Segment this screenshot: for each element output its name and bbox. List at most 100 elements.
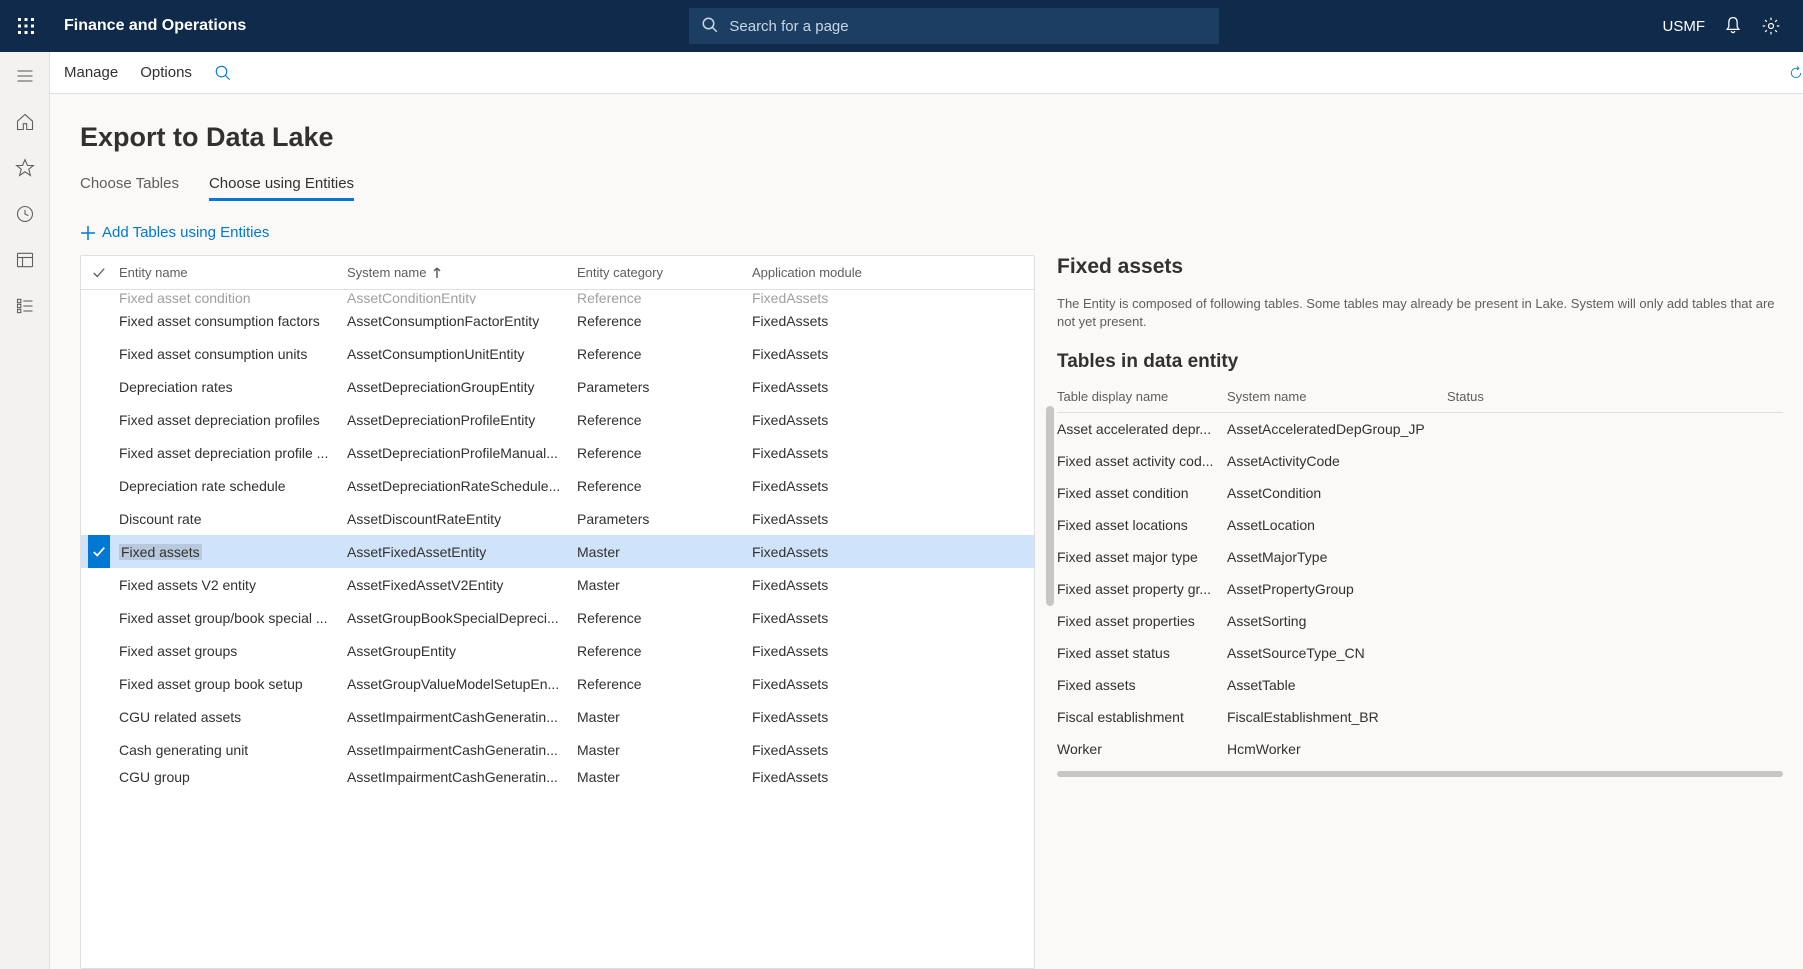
cell-entity: Cash generating unit — [117, 742, 347, 758]
cell-entity: Depreciation rates — [117, 379, 347, 395]
cell-category: Reference — [577, 445, 752, 461]
tab-choose-entities[interactable]: Choose using Entities — [209, 175, 354, 201]
cell-entity: Fixed asset consumption factors — [117, 313, 347, 329]
table-row[interactable]: Fixed asset consumption factorsAssetCons… — [81, 304, 1034, 337]
table-row[interactable]: Fixed asset consumption unitsAssetConsum… — [81, 337, 1034, 370]
side-row[interactable]: Fixed assetsAssetTable — [1057, 669, 1783, 701]
side-row[interactable]: Fixed asset property gr...AssetPropertyG… — [1057, 573, 1783, 605]
select-all-icon[interactable] — [92, 266, 106, 280]
cell-module: FixedAssets — [752, 643, 952, 659]
scell-display: Fixed asset major type — [1057, 549, 1227, 565]
table-row[interactable]: Fixed asset group book setupAssetGroupVa… — [81, 667, 1034, 700]
row-checkbox[interactable] — [88, 535, 110, 568]
workspace-icon[interactable] — [15, 250, 35, 270]
cell-system: AssetGroupEntity — [347, 643, 577, 659]
shdr-status[interactable]: Status — [1447, 389, 1783, 404]
table-row[interactable]: Fixed asset depreciation profile ...Asse… — [81, 436, 1034, 469]
star-icon[interactable] — [15, 158, 35, 178]
hdr-entity[interactable]: Entity name — [117, 265, 347, 280]
hdr-module[interactable]: Application module — [752, 265, 952, 280]
side-grid-header: Table display name System name Status — [1057, 389, 1783, 413]
cmd-manage[interactable]: Manage — [64, 64, 118, 81]
shdr-system[interactable]: System name — [1227, 389, 1447, 404]
cell-category: Reference — [577, 610, 752, 626]
refresh-icon[interactable] — [1789, 64, 1803, 82]
side-row[interactable]: Asset accelerated depr...AssetAccelerate… — [1057, 413, 1783, 445]
table-row[interactable]: Fixed asset group/book special ...AssetG… — [81, 601, 1034, 634]
side-row[interactable]: Fixed asset conditionAssetCondition — [1057, 477, 1783, 509]
table-row[interactable]: Fixed asset depreciation profilesAssetDe… — [81, 403, 1034, 436]
cell-module: FixedAssets — [752, 577, 952, 593]
cell-category: Master — [577, 709, 752, 725]
hdr-category[interactable]: Entity category — [577, 265, 752, 280]
cell-entity: Fixed asset condition — [117, 290, 347, 304]
scell-display: Worker — [1057, 741, 1227, 757]
scrollbar[interactable] — [1046, 406, 1054, 606]
add-tables-link[interactable]: Add Tables using Entities — [80, 224, 1803, 241]
cell-entity: Fixed asset depreciation profile ... — [117, 445, 347, 461]
table-row[interactable]: Discount rateAssetDiscountRateEntityPara… — [81, 502, 1034, 535]
app-launcher[interactable] — [0, 18, 52, 34]
cmd-options[interactable]: Options — [140, 64, 192, 81]
cell-system: AssetImpairmentCashGeneratin... — [347, 769, 577, 785]
table-row[interactable]: Depreciation rate scheduleAssetDepreciat… — [81, 469, 1034, 502]
gear-icon[interactable] — [1761, 16, 1781, 36]
cell-category: Master — [577, 742, 752, 758]
cell-module: FixedAssets — [752, 676, 952, 692]
cell-module: FixedAssets — [752, 478, 952, 494]
hamburger-icon[interactable] — [15, 66, 35, 86]
cell-system: AssetConditionEntity — [347, 290, 577, 304]
cell-category: Reference — [577, 676, 752, 692]
search-wrap — [689, 8, 1219, 44]
side-row[interactable]: Fiscal establishmentFiscalEstablishment_… — [1057, 701, 1783, 733]
scell-display: Fixed assets — [1057, 677, 1227, 693]
table-row[interactable]: Cash generating unitAssetImpairmentCashG… — [81, 733, 1034, 766]
side-row[interactable]: Fixed asset propertiesAssetSorting — [1057, 605, 1783, 637]
cell-system: AssetConsumptionFactorEntity — [347, 313, 577, 329]
cell-entity: CGU related assets — [117, 709, 347, 725]
cell-system: AssetDepreciationProfileManual... — [347, 445, 577, 461]
cell-module: FixedAssets — [752, 742, 952, 758]
table-row[interactable]: Fixed asset groupsAssetGroupEntityRefere… — [81, 634, 1034, 667]
details-desc: The Entity is composed of following tabl… — [1057, 295, 1783, 331]
cell-entity: Discount rate — [117, 511, 347, 527]
side-row[interactable]: Fixed asset major typeAssetMajorType — [1057, 541, 1783, 573]
shdr-display[interactable]: Table display name — [1057, 389, 1227, 404]
cell-system: AssetImpairmentCashGeneratin... — [347, 742, 577, 758]
scell-display: Asset accelerated depr... — [1057, 421, 1227, 437]
side-row[interactable]: Fixed asset statusAssetSourceType_CN — [1057, 637, 1783, 669]
modules-icon[interactable] — [15, 296, 35, 316]
side-row[interactable]: Fixed asset activity cod...AssetActivity… — [1057, 445, 1783, 477]
add-tables-label: Add Tables using Entities — [102, 224, 269, 241]
cell-category: Parameters — [577, 379, 752, 395]
cell-entity: Fixed asset depreciation profiles — [117, 412, 347, 428]
cell-system: AssetGroupBookSpecialDepreci... — [347, 610, 577, 626]
cell-module: FixedAssets — [752, 610, 952, 626]
scell-display: Fixed asset condition — [1057, 485, 1227, 501]
details-subtitle: Tables in data entity — [1057, 351, 1783, 373]
table-row[interactable]: Fixed asset conditionAssetConditionEntit… — [81, 290, 1034, 304]
side-row[interactable]: WorkerHcmWorker — [1057, 733, 1783, 765]
table-row[interactable]: CGU related assetsAssetImpairmentCashGen… — [81, 700, 1034, 733]
cell-system: AssetGroupValueModelSetupEn... — [347, 676, 577, 692]
search-input[interactable] — [689, 8, 1219, 44]
table-row[interactable]: Depreciation ratesAssetDepreciationGroup… — [81, 370, 1034, 403]
recent-icon[interactable] — [15, 204, 35, 224]
hdr-system[interactable]: System name — [347, 265, 577, 280]
bell-icon[interactable] — [1723, 16, 1743, 36]
sort-asc-icon — [432, 267, 442, 279]
side-row[interactable]: Fixed asset locationsAssetLocation — [1057, 509, 1783, 541]
cell-module: FixedAssets — [752, 544, 952, 560]
scell-system: HcmWorker — [1227, 741, 1447, 757]
cell-category: Reference — [577, 643, 752, 659]
table-row[interactable]: Fixed assets V2 entityAssetFixedAssetV2E… — [81, 568, 1034, 601]
table-row[interactable]: CGU groupAssetImpairmentCashGeneratin...… — [81, 766, 1034, 788]
entities-grid: Entity name System name Entity category … — [80, 255, 1035, 969]
cmd-search-icon[interactable] — [214, 64, 232, 82]
scell-system: AssetTable — [1227, 677, 1447, 693]
home-icon[interactable] — [15, 112, 35, 132]
side-scrollbar[interactable] — [1057, 771, 1783, 777]
table-row[interactable]: Fixed assetsAssetFixedAssetEntityMasterF… — [81, 535, 1034, 568]
company-label[interactable]: USMF — [1662, 18, 1705, 35]
tab-choose-tables[interactable]: Choose Tables — [80, 175, 179, 201]
